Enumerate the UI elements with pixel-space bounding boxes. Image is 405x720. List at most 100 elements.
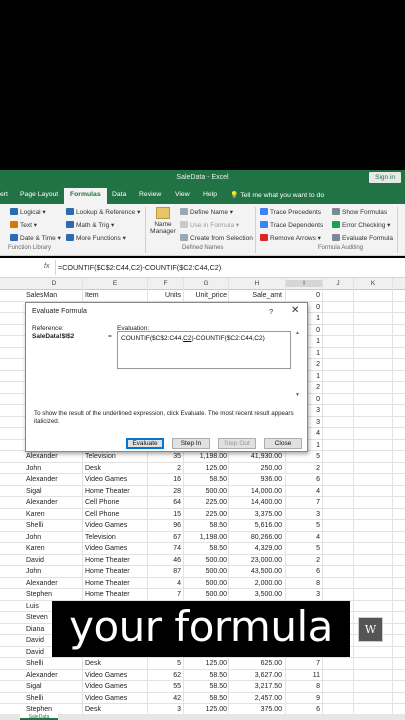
table-cell[interactable]: 80,266.00 <box>229 534 282 541</box>
table-cell[interactable]: 0 <box>286 292 320 299</box>
table-cell[interactable]: SalesMan <box>26 292 82 299</box>
column-header-f[interactable]: F <box>148 280 183 287</box>
table-cell[interactable]: Desk <box>85 660 145 667</box>
table-cell[interactable]: 6 <box>286 476 320 483</box>
table-cell[interactable]: Video Games <box>85 672 145 679</box>
table-cell[interactable]: John <box>26 465 82 472</box>
column-header-d[interactable]: D <box>26 280 82 287</box>
table-cell[interactable]: 936.00 <box>229 476 282 483</box>
table-cell[interactable]: Alexander <box>26 580 82 587</box>
table-cell[interactable]: 87 <box>148 568 181 575</box>
table-cell[interactable]: 375.00 <box>229 706 282 713</box>
table-cell[interactable]: Home Theater <box>85 557 145 564</box>
table-cell[interactable]: 3 <box>286 511 320 518</box>
table-cell[interactable]: 1,198.00 <box>184 534 227 541</box>
table-cell[interactable]: 42 <box>148 695 181 702</box>
tab-page-layout[interactable]: Page Layout <box>20 191 58 198</box>
table-cell[interactable]: Alexander <box>26 499 82 506</box>
lookup-reference-button[interactable]: Lookup & Reference ▾ <box>66 208 140 216</box>
table-cell[interactable]: 67 <box>148 534 181 541</box>
table-cell[interactable]: 55 <box>148 683 181 690</box>
math-trig-button[interactable]: Math & Trig ▾ <box>66 221 114 229</box>
table-cell[interactable]: 15 <box>148 511 181 518</box>
table-cell[interactable]: Cell Phone <box>85 499 145 506</box>
column-header-j[interactable]: J <box>323 280 353 287</box>
create-from-selection-button[interactable]: Create from Selection <box>180 234 253 242</box>
table-cell[interactable]: 7 <box>148 591 181 598</box>
table-cell[interactable]: Alexander <box>26 672 82 679</box>
table-cell[interactable]: 3,627.00 <box>229 672 282 679</box>
table-cell[interactable]: 7 <box>286 499 320 506</box>
evaluation-scrollbar[interactable]: ▲ ▼ <box>295 331 301 401</box>
table-cell[interactable]: Home Theater <box>85 580 145 587</box>
trace-precedents-button[interactable]: Trace Precedents <box>260 208 321 216</box>
step-in-button[interactable]: Step In <box>172 438 210 449</box>
table-cell[interactable]: 23,000.00 <box>229 557 282 564</box>
tab-formulas[interactable]: Formulas <box>64 188 107 204</box>
table-cell[interactable]: Shelli <box>26 660 82 667</box>
table-cell[interactable]: 8 <box>286 683 320 690</box>
formula-text[interactable]: =COUNTIF($C$2:C44,C2)-COUNTIF($C2:C44,C2… <box>58 263 221 272</box>
table-cell[interactable]: Stephen <box>26 591 82 598</box>
tell-me-box[interactable]: 💡 Tell me what you want to do <box>230 191 324 199</box>
table-cell[interactable]: 3,500.00 <box>229 591 282 598</box>
table-cell[interactable]: 4 <box>286 488 320 495</box>
table-cell[interactable]: 35 <box>148 453 181 460</box>
table-cell[interactable]: Video Games <box>85 545 145 552</box>
step-out-button[interactable]: Step Out <box>218 438 256 449</box>
table-cell[interactable]: Karen <box>26 545 82 552</box>
table-cell[interactable]: Desk <box>85 706 145 713</box>
table-cell[interactable]: 500.00 <box>184 568 227 575</box>
table-cell[interactable]: 64 <box>148 499 181 506</box>
table-cell[interactable]: 125.00 <box>184 465 227 472</box>
table-cell[interactable]: 2,000.00 <box>229 580 282 587</box>
table-cell[interactable]: 1,198.00 <box>184 453 227 460</box>
table-cell[interactable]: Stephen <box>26 706 82 713</box>
close-button[interactable]: Close <box>264 438 302 449</box>
table-cell[interactable]: 46 <box>148 557 181 564</box>
table-cell[interactable]: 125.00 <box>184 706 227 713</box>
fx-icon[interactable]: fx <box>44 263 49 270</box>
table-cell[interactable]: 9 <box>286 695 320 702</box>
table-cell[interactable]: 2 <box>286 465 320 472</box>
table-cell[interactable]: Sale_amt <box>229 292 282 299</box>
table-cell[interactable]: 58.50 <box>184 672 227 679</box>
table-cell[interactable]: Video Games <box>85 695 145 702</box>
table-cell[interactable]: Unit_price <box>184 292 227 299</box>
use-in-formula-button[interactable]: Use in Formula ▾ <box>180 221 239 229</box>
table-cell[interactable]: Karen <box>26 511 82 518</box>
table-cell[interactable]: Home Theater <box>85 488 145 495</box>
error-checking-button[interactable]: Error Checking ▾ <box>332 221 390 229</box>
table-cell[interactable]: Television <box>85 453 145 460</box>
table-cell[interactable]: 3 <box>148 706 181 713</box>
table-cell[interactable]: 500.00 <box>184 591 227 598</box>
evaluation-box[interactable]: COUNTIF($C$2:C44,C2)-COUNTIF($C2:C44,C2) <box>117 331 291 369</box>
column-header-h[interactable]: H <box>229 280 285 287</box>
more-functions-button[interactable]: More Functions ▾ <box>66 234 126 242</box>
column-header-k[interactable]: K <box>354 280 392 287</box>
table-cell[interactable]: 5 <box>286 545 320 552</box>
tab-review[interactable]: Review <box>139 191 161 198</box>
tab-insert[interactable]: ert <box>0 191 8 198</box>
table-cell[interactable]: 62 <box>148 672 181 679</box>
table-cell[interactable]: 11 <box>286 672 320 679</box>
table-cell[interactable]: Desk <box>85 465 145 472</box>
table-cell[interactable]: 6 <box>286 706 320 713</box>
tab-help[interactable]: Help <box>203 191 217 198</box>
sheet-tab-saledata[interactable]: SaleData <box>20 714 58 720</box>
table-cell[interactable]: 500.00 <box>184 557 227 564</box>
tab-view[interactable]: View <box>175 191 190 198</box>
table-cell[interactable]: Shelli <box>26 695 82 702</box>
table-cell[interactable]: 4,329.00 <box>229 545 282 552</box>
scroll-down-icon[interactable]: ▼ <box>295 393 300 398</box>
date-time-button[interactable]: Date & Time ▾ <box>10 234 61 242</box>
table-cell[interactable]: 225.00 <box>184 511 227 518</box>
table-cell[interactable]: 96 <box>148 522 181 529</box>
table-cell[interactable]: Shelli <box>26 522 82 529</box>
tab-data[interactable]: Data <box>112 191 126 198</box>
table-cell[interactable]: John <box>26 568 82 575</box>
sign-in-button[interactable]: Sign in <box>369 172 401 183</box>
table-cell[interactable]: Cell Phone <box>85 511 145 518</box>
table-cell[interactable]: 625.00 <box>229 660 282 667</box>
table-cell[interactable]: 5,616.00 <box>229 522 282 529</box>
